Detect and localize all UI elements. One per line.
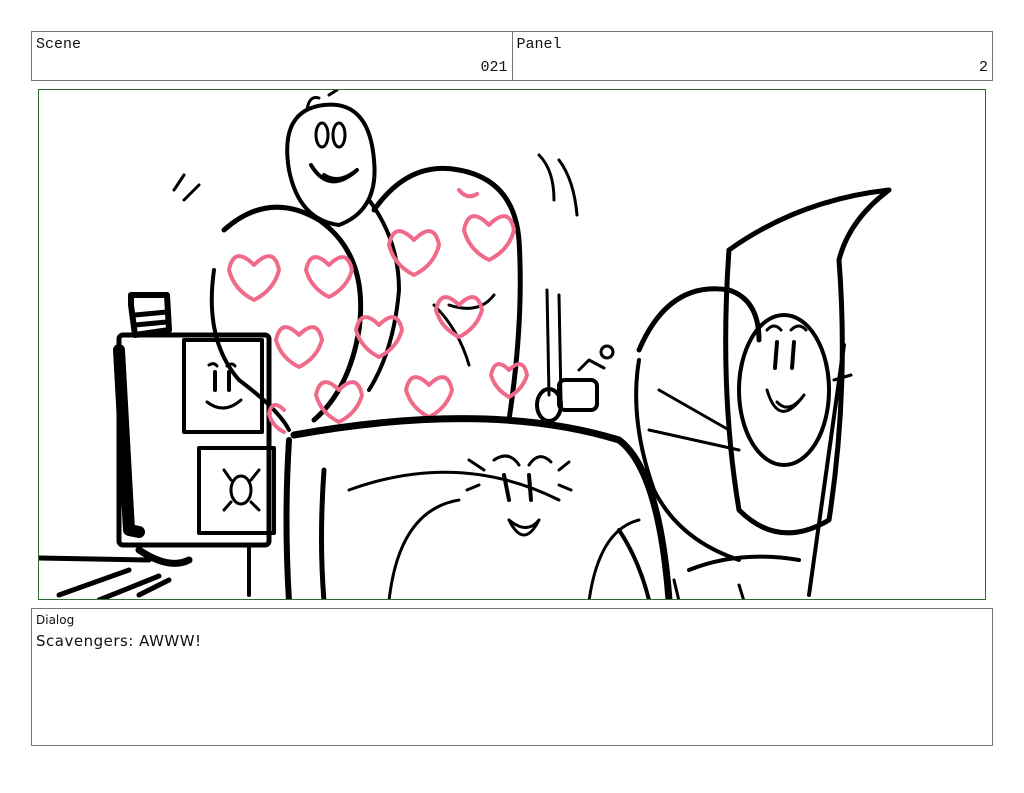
arch-character	[283, 415, 673, 599]
camera-character	[113, 292, 276, 597]
scene-label: Scene	[36, 36, 82, 53]
scene-number: 021	[480, 59, 508, 76]
scene-cell: Scene 021	[32, 32, 512, 80]
storyboard-sketch	[39, 90, 892, 599]
dialog-text: Scavengers: AWWW!	[36, 632, 202, 650]
sign-board	[723, 187, 892, 597]
storyboard-panel	[38, 89, 986, 600]
heart-pattern	[227, 188, 529, 434]
dialog-label: Dialog	[36, 613, 75, 627]
scene-panel-header: Scene 021 Panel 2	[31, 31, 993, 81]
panel-cell: Panel 2	[511, 32, 993, 80]
panel-label: Panel	[516, 36, 562, 53]
ground-speed-lines	[39, 555, 172, 599]
dialog-box: Dialog Scavengers: AWWW!	[31, 608, 993, 746]
panel-number: 2	[978, 59, 988, 76]
